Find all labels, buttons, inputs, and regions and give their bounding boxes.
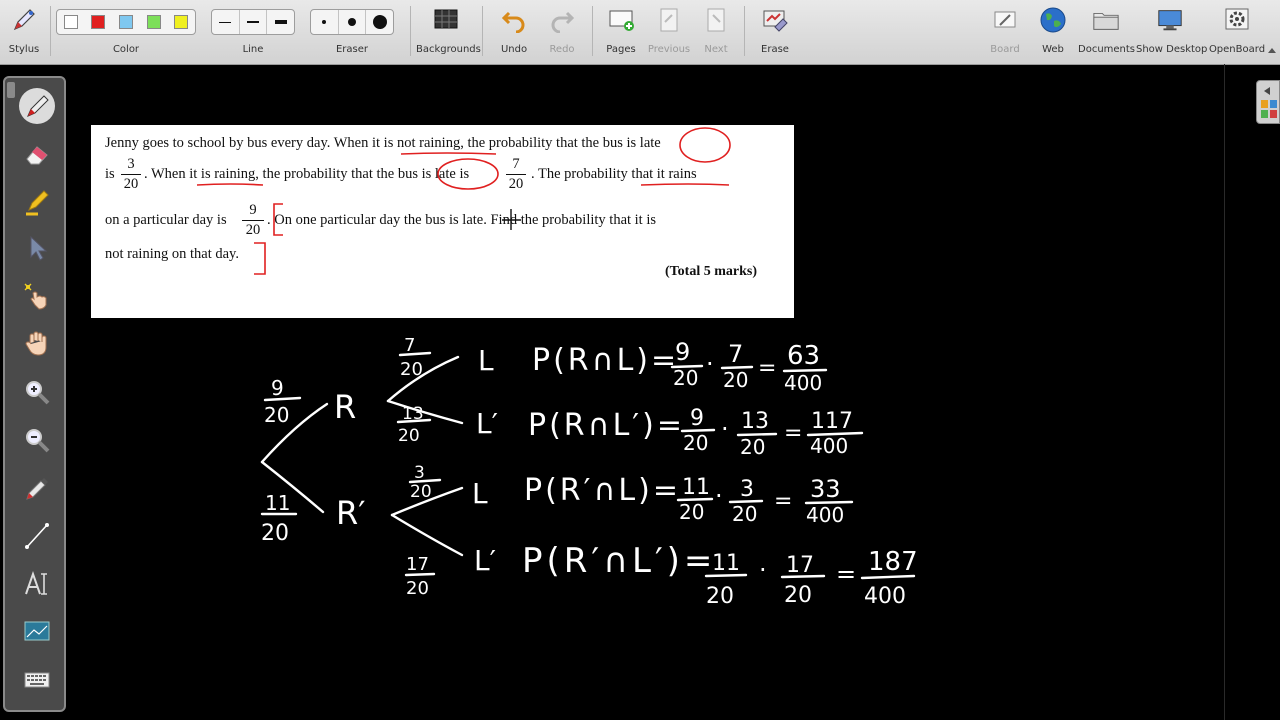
hw-r-prime-label: R′: [336, 494, 366, 532]
hw-l-given-r-den: 20: [400, 359, 423, 380]
hw-l-label-2: L: [472, 477, 488, 510]
hw-eq1-dot: ·: [706, 350, 714, 378]
hw-eq1-equals: =: [758, 356, 776, 381]
hw-eq4-r-den: 400: [864, 584, 906, 609]
hw-eq3-r-den: 400: [806, 503, 844, 527]
hw-eq2-dot: ·: [721, 415, 729, 443]
hw-eq4-a-den: 20: [706, 584, 734, 609]
hw-l-given-r-num: 7: [404, 335, 415, 356]
hw-l-prime-label-2: L′: [474, 544, 496, 577]
hw-r-prob-den: 20: [264, 403, 289, 427]
hw-eq3-lhs: P(R′∩L)=: [524, 473, 681, 508]
hw-eq1-r-den: 400: [784, 371, 822, 395]
hw-eq4-dot: ·: [759, 556, 767, 584]
hw-l-prime-given-r-prime-num: 17: [406, 554, 429, 575]
hw-r-prob-num: 9: [271, 376, 284, 400]
hw-eq2-a-den: 20: [683, 431, 708, 455]
hw-eq2-b-num: 13: [741, 409, 769, 434]
hw-eq1-a-den: 20: [673, 366, 698, 390]
tree-branch-rl: [386, 355, 460, 403]
hw-eq3-a-den: 20: [679, 500, 704, 524]
hw-l-label-1: L: [478, 344, 494, 377]
hw-eq2-r-den: 400: [810, 434, 848, 458]
hw-eq1-r-num: 63: [787, 341, 820, 371]
hw-eq1-a-num: 9: [675, 338, 690, 366]
hw-l-prime-label-1: L′: [476, 407, 498, 440]
hw-eq3-dot: ·: [715, 482, 723, 510]
hw-eq1-lhs: P(R∩L)=: [532, 343, 679, 378]
hw-eq4-r-num: 187: [868, 547, 918, 577]
handwritten-solution: 9 20 11 20 R R′ 7 20 13 20 3 20 17 20 L …: [260, 335, 918, 609]
hw-eq4-a-num: 11: [712, 551, 740, 576]
hw-eq3-equals: =: [774, 489, 792, 514]
tree-branch-r-prime-l-prime: [390, 513, 464, 557]
hw-eq2-r-num: 117: [811, 409, 853, 434]
hw-eq2-lhs: P(R∩L′)=: [528, 408, 685, 443]
hw-eq1-b-num: 7: [728, 340, 743, 368]
hw-eq4-lhs: P(R′∩L′)=: [522, 541, 716, 581]
hw-eq1-b-den: 20: [723, 368, 748, 392]
hw-eq4-b-num: 17: [786, 553, 814, 578]
hw-r-prime-prob-den: 20: [261, 521, 289, 546]
hw-l-prime-given-r-den: 20: [398, 426, 420, 446]
hw-eq4-b-den: 20: [784, 583, 812, 608]
hw-l-given-r-prime-den: 20: [410, 482, 432, 502]
hw-eq3-a-num: 11: [682, 475, 710, 500]
hw-r-prime-prob-num: 11: [265, 491, 290, 515]
hw-r-label: R: [334, 388, 356, 426]
hw-l-prime-given-r-num: 13: [402, 404, 424, 424]
hw-l-given-r-prime-num: 3: [414, 463, 425, 483]
hw-eq4-equals: =: [836, 560, 856, 588]
hw-eq3-b-den: 20: [732, 502, 757, 526]
hw-eq2-equals: =: [784, 421, 802, 446]
hw-l-prime-given-r-prime-den: 20: [406, 578, 429, 599]
hw-eq2-b-den: 20: [740, 435, 765, 459]
hw-eq2-a-num: 9: [690, 406, 704, 431]
hw-eq3-b-num: 3: [740, 477, 754, 502]
hw-eq3-r-num: 33: [810, 475, 841, 503]
